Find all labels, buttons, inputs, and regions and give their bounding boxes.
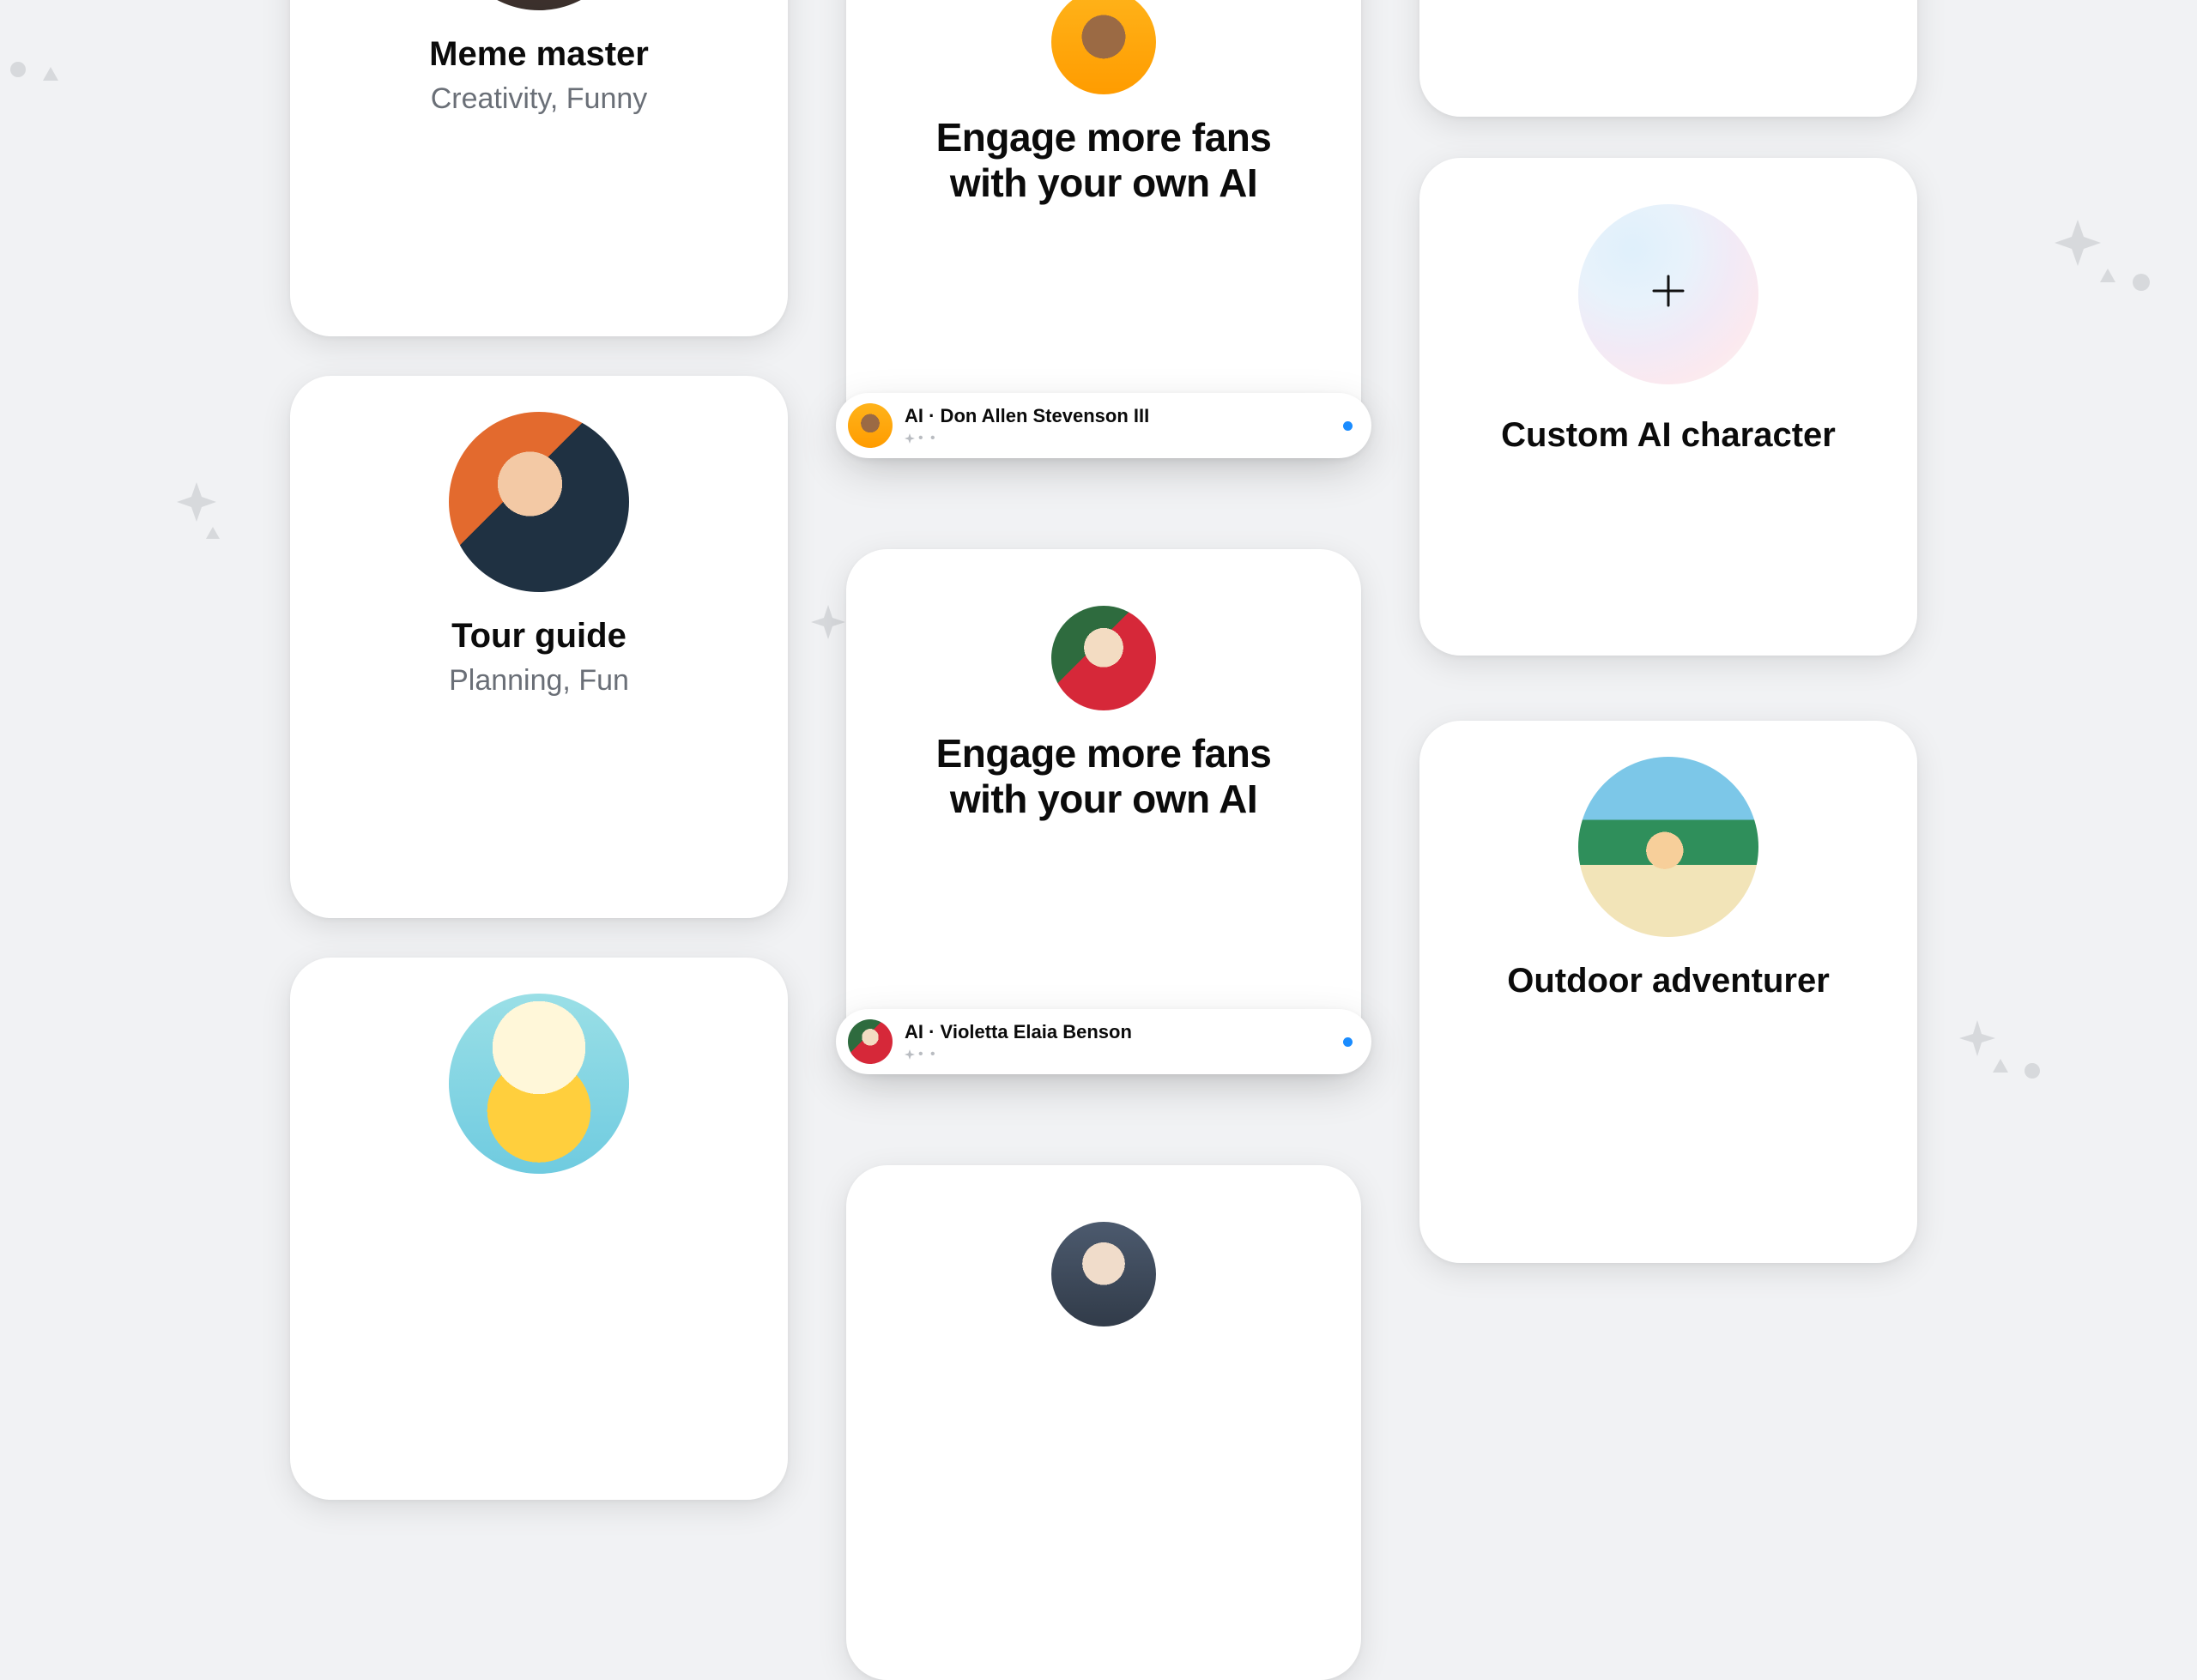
unread-indicator-icon bbox=[1343, 421, 1353, 431]
chat-pill[interactable]: AI · Violetta Elaia Benson • • bbox=[836, 1009, 1371, 1074]
promo-card-engage-3[interactable] bbox=[846, 1165, 1361, 1680]
bg-deco-icon bbox=[1991, 1057, 2010, 1076]
avatar-image bbox=[1578, 757, 1758, 937]
promo-card-engage-2[interactable]: Engage more fans with your own AI AI · V… bbox=[846, 549, 1361, 1064]
typing-indicator-icon: • • bbox=[905, 431, 1331, 446]
chat-author-name: AI · Don Allen Stevenson III bbox=[905, 405, 1331, 427]
card-title: Tour guide bbox=[451, 616, 626, 656]
bg-deco-icon bbox=[2097, 266, 2118, 287]
bg-deco-icon bbox=[7, 58, 29, 81]
promo-headline: Engage more fans with your own AI bbox=[936, 115, 1272, 206]
bg-deco-icon bbox=[41, 65, 60, 84]
card-subtitle: Creativity, Funny bbox=[431, 82, 648, 116]
typing-indicator-icon: • • bbox=[905, 1047, 1331, 1062]
unread-indicator-icon bbox=[1343, 1037, 1353, 1047]
avatar-image bbox=[1051, 606, 1156, 710]
avatar-image bbox=[449, 0, 629, 10]
character-card-athletic-trainer[interactable]: Athletic trainer Sports, Learn bbox=[1419, 0, 1917, 117]
bg-deco-icon bbox=[2022, 1061, 2043, 1081]
avatar-image bbox=[848, 403, 893, 448]
chat-author-name: AI · Violetta Elaia Benson bbox=[905, 1021, 1331, 1043]
bg-deco-icon bbox=[2130, 271, 2152, 293]
bg-deco-icon bbox=[2051, 216, 2104, 269]
chat-pill[interactable]: AI · Don Allen Stevenson III • • bbox=[836, 393, 1371, 458]
card-title: Outdoor adventurer bbox=[1507, 961, 1830, 1000]
avatar-image bbox=[449, 412, 629, 592]
avatar-image bbox=[1051, 0, 1156, 94]
gradient-circle bbox=[1578, 204, 1758, 384]
promo-headline: Engage more fans with your own AI bbox=[936, 731, 1272, 822]
avatar-image bbox=[848, 1019, 893, 1064]
create-custom-character-card[interactable]: Custom AI character bbox=[1419, 158, 1917, 656]
plus-icon bbox=[1649, 271, 1688, 318]
promo-card-engage-1[interactable]: Engage more fans with your own AI AI · D… bbox=[846, 0, 1361, 448]
character-card-meme-master[interactable]: Meme master Creativity, Funny bbox=[290, 0, 788, 336]
character-card-popcorn[interactable] bbox=[290, 958, 788, 1500]
character-card-outdoor-adventurer[interactable]: Outdoor adventurer bbox=[1419, 721, 1917, 1263]
bg-deco-icon bbox=[1957, 1018, 1998, 1059]
character-card-tour-guide[interactable]: Tour guide Planning, Fun bbox=[290, 376, 788, 918]
bg-deco-icon bbox=[173, 479, 220, 525]
card-title: Custom AI character bbox=[1501, 415, 1836, 455]
card-title: Meme master bbox=[429, 34, 649, 74]
bg-deco-icon bbox=[808, 602, 848, 642]
card-subtitle: Planning, Fun bbox=[449, 664, 629, 698]
avatar-image bbox=[1051, 1222, 1156, 1326]
bg-deco-icon bbox=[204, 525, 221, 542]
avatar-image bbox=[449, 994, 629, 1174]
